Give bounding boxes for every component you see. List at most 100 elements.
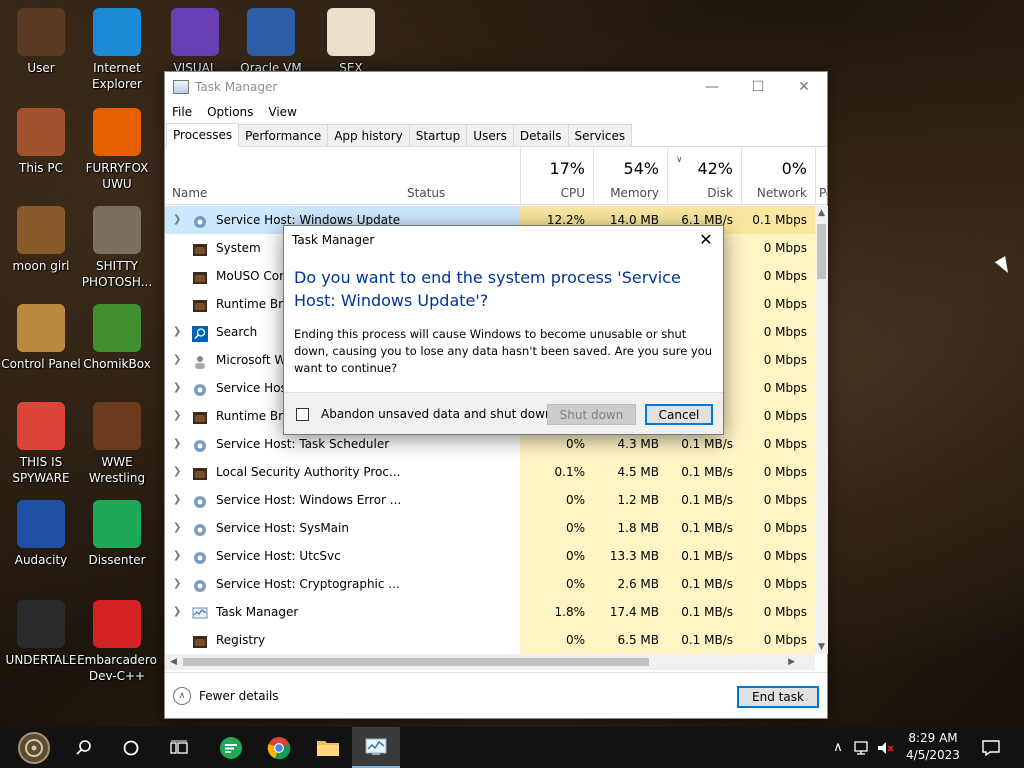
window-icon [192,296,208,312]
tab-services[interactable]: Services [567,124,633,146]
desktop-icon[interactable]: UNDERTALE [0,600,82,692]
horizontal-scrollbar[interactable]: ◀ ▶ [165,654,815,670]
taskbar-task-manager[interactable] [352,727,400,768]
process-network: 0 Mbps [741,458,815,486]
tab-details[interactable]: Details [512,124,569,146]
menu-options[interactable]: Options [207,105,253,119]
scroll-right-icon[interactable]: ▶ [788,657,795,667]
menu-file[interactable]: File [172,105,192,119]
expand-chevron-icon[interactable] [173,626,183,654]
scroll-up-icon[interactable]: ▲ [818,208,825,218]
expand-chevron-icon[interactable] [173,290,183,318]
vertical-scroll-thumb[interactable] [817,224,826,279]
gear-icon [192,212,208,228]
expand-chevron-icon[interactable]: ❯ [173,374,183,402]
search-button[interactable] [60,727,108,768]
expand-chevron-icon[interactable]: ❯ [173,542,183,570]
table-row[interactable]: ❯ Service Host: SysMain 0% 1.8 MB 0.1 MB/s 0 … [165,514,815,542]
process-name: Service Host: Cryptographic ... [216,577,400,591]
column-disk[interactable]: ∨ 42% Disk [667,147,741,205]
dissenter-icon [220,736,242,759]
shut-down-button[interactable]: Shut down [547,404,636,425]
minimize-button[interactable]: — [689,72,735,101]
column-memory[interactable]: 54% Memory [593,147,667,205]
tab-users[interactable]: Users [466,124,514,146]
tab-startup[interactable]: Startup [408,124,468,146]
table-row[interactable]: ❯ Task Manager 1.8% 17.4 MB 0.1 MB/s 0 Mbps [165,598,815,626]
vertical-scrollbar[interactable]: ▲ ▼ [815,206,828,654]
cortana-button[interactable] [107,727,155,768]
dissenter-icon [93,500,141,548]
end-task-button[interactable]: End task [737,686,819,708]
desktop-icon[interactable]: moon girl [0,206,82,298]
desktop-icon[interactable]: SHITTY PHOTOSH... [76,206,158,298]
expand-chevron-icon[interactable]: ❯ [173,206,183,234]
menu-view[interactable]: View [268,105,296,119]
network-icon [854,740,868,755]
tab-performance[interactable]: Performance [238,124,329,146]
title-bar[interactable]: Task Manager — ☐ ✕ [165,72,827,101]
column-power[interactable]: Po [815,147,827,205]
clock[interactable]: 8:29 AM 4/5/2023 [903,730,963,764]
gear-icon [192,548,208,564]
taskbar-chrome[interactable] [255,727,303,768]
desktop-icon-label: Audacity [14,553,68,567]
dialog-close-icon[interactable]: ✕ [695,229,717,251]
taskbar-dissenter[interactable] [207,727,255,768]
column-network[interactable]: 0% Network [741,147,815,205]
expand-chevron-icon[interactable]: ❯ [173,570,183,598]
process-network: 0 Mbps [741,598,815,626]
column-status[interactable]: Status [400,147,520,205]
expand-chevron-icon[interactable] [173,234,183,262]
desktop-icon[interactable]: Audacity [0,500,82,592]
task-view-button[interactable] [155,727,203,768]
notification-icon [982,739,1000,756]
expand-chevron-icon[interactable]: ❯ [173,318,183,346]
desktop-icon[interactable]: ChomikBox [76,304,158,396]
table-row[interactable]: ❯ Service Host: Cryptographic ... 0% 2.6 MB… [165,570,815,598]
expand-chevron-icon[interactable]: ❯ [173,430,183,458]
table-row[interactable]: ❯ Local Security Authority Proc... 0.1% 4.5… [165,458,815,486]
table-row[interactable]: Registry 0% 6.5 MB 0.1 MB/s 0 Mbps [165,626,815,654]
abandon-data-checkbox[interactable] [296,408,309,421]
expand-chevron-icon[interactable] [173,262,183,290]
expand-chevron-icon[interactable]: ❯ [173,458,183,486]
show-hidden-icons-icon[interactable]: ∧ [830,740,846,755]
desktop-icon-label: Internet Explorer [92,61,142,91]
desktop-icon[interactable]: Dissenter [76,500,158,592]
end-process-dialog: Task Manager ✕ Do you want to end the sy… [283,225,724,435]
table-row[interactable]: ❯ Service Host: UtcSvc 0% 13.3 MB 0.1 MB/s 0 … [165,542,815,570]
action-center-button[interactable] [967,727,1015,768]
dialog-title: Task Manager [292,233,375,247]
desktop-icon[interactable]: Embarcadero Dev-C++ [76,600,158,692]
expand-chevron-icon[interactable]: ❯ [173,346,183,374]
desktop-icon[interactable]: THIS IS SPYWARE [0,402,82,494]
desktop-icon[interactable]: Internet Explorer [76,8,158,100]
desktop-icon[interactable]: WWE Wrestling [76,402,158,494]
taskbar-file-explorer[interactable] [304,727,352,768]
fewer-details-button[interactable]: ∧ Fewer details [173,687,279,705]
scroll-down-icon[interactable]: ▼ [818,642,825,652]
cancel-button[interactable]: Cancel [645,404,713,425]
maximize-button[interactable]: ☐ [735,72,781,101]
desktop-icon[interactable]: FURRYFOX UWU [76,108,158,200]
horizontal-scroll-thumb[interactable] [183,658,649,666]
process-network: 0 Mbps [741,542,815,570]
table-row[interactable]: ❯ Service Host: Windows Error ... 0% 1.2 MB… [165,486,815,514]
start-button[interactable] [10,727,58,768]
expand-chevron-icon[interactable]: ❯ [173,514,183,542]
hxd-icon [327,8,375,56]
desktop-icon[interactable]: User [0,8,82,100]
abandon-data-label[interactable]: Abandon unsaved data and shut down. [321,407,556,421]
desktop-icon[interactable]: This PC [0,108,82,200]
expand-chevron-icon[interactable]: ❯ [173,402,183,430]
tab-processes[interactable]: Processes [166,123,240,147]
column-cpu[interactable]: 17% CPU [520,147,593,205]
tab-app-history[interactable]: App history [327,124,410,146]
scroll-left-icon[interactable]: ◀ [170,657,177,667]
close-button[interactable]: ✕ [781,72,827,101]
expand-chevron-icon[interactable]: ❯ [173,598,183,626]
column-name[interactable]: Name [165,147,400,205]
expand-chevron-icon[interactable]: ❯ [173,486,183,514]
desktop-icon[interactable]: Control Panel [0,304,82,396]
